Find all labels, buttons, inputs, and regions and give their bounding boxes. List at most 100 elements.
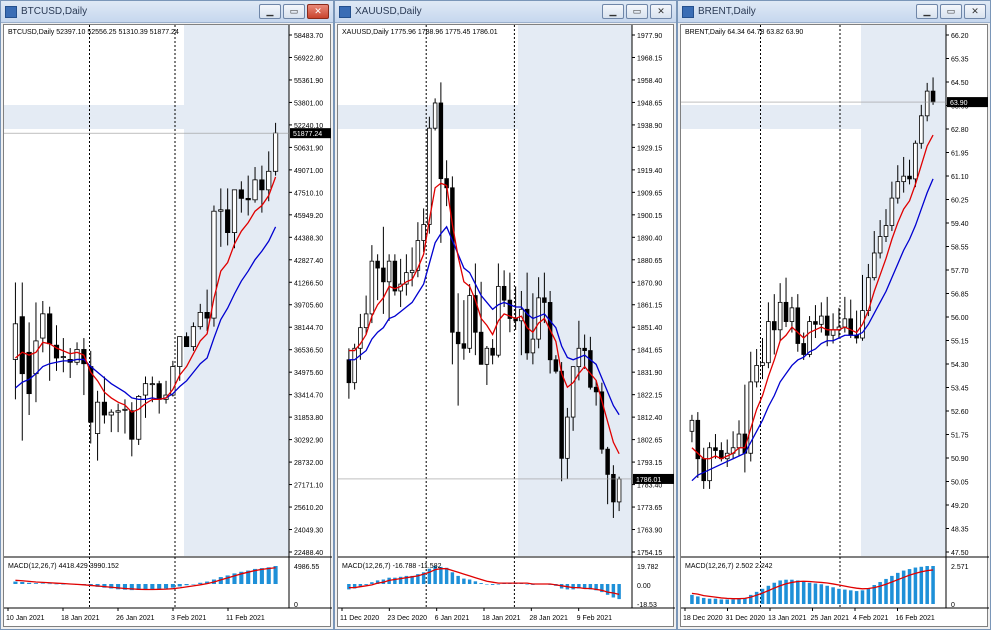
close-button[interactable]: ✕: [307, 4, 329, 19]
btcusd-window[interactable]: BTCUSD,Daily ▁ ▭ ✕ 58483.70 56922.80 55361…: [0, 0, 334, 630]
price-tick-label: 1909.65: [637, 190, 662, 197]
macd-histogram-bar: [266, 567, 271, 584]
shaded-region: [4, 105, 289, 129]
date-tick-label: 18 Jan 2021: [61, 615, 100, 622]
bull-candle: [149, 383, 155, 386]
maximize-button[interactable]: ▭: [626, 4, 648, 19]
btcusd-chart-svg[interactable]: 58483.7056922.8055361.9053801.0052240.10…: [4, 25, 332, 628]
price-tick-label: 41266.50: [294, 280, 323, 287]
bull-candle: [766, 321, 771, 364]
bull-candle: [33, 340, 39, 375]
xauusd-window[interactable]: XAUUSD,Daily ▁ ▭ ✕ 1977.90 1968.15 1958.40…: [334, 0, 677, 630]
brent-chart-area[interactable]: 66.2065.3564.5063.6562.8061.9561.1060.25…: [680, 24, 989, 628]
bear-candle: [524, 308, 530, 354]
bull-candle: [177, 336, 183, 367]
bear-candle: [455, 331, 461, 345]
xauusd-title-bar[interactable]: XAUUSD,Daily ▁ ▭ ✕: [335, 1, 676, 23]
price-tick-label: 42827.40: [294, 258, 323, 265]
macd-histogram-bar: [364, 584, 368, 585]
bull-candle: [830, 329, 836, 336]
price-tick-label: 55361.90: [294, 78, 323, 85]
bear-candle: [582, 347, 587, 351]
bear-candle: [47, 313, 53, 345]
bear-candle: [101, 401, 108, 416]
date-tick-label: 9 Feb 2021: [577, 615, 613, 622]
bull-candle: [409, 269, 415, 274]
macd-histogram-bar: [191, 584, 196, 585]
price-tick-label: 1870.90: [637, 280, 662, 287]
bull-candle: [369, 260, 375, 315]
macd-label: MACD(12,26,7) 2.502 2.242: [685, 563, 773, 570]
btcusd-chart-area[interactable]: 58483.70 56922.80 55361.90 53801.00 52240.10…: [3, 24, 332, 628]
bear-candle: [392, 260, 398, 292]
bull-candle: [913, 142, 918, 180]
minimize-button[interactable]: ▁: [602, 4, 624, 19]
bull-candle: [122, 408, 128, 411]
macd-histogram-bar: [40, 583, 45, 584]
xauusd-chart-svg[interactable]: 1977.90 1968.15 1958.40 1948.65 1938.90 1929.…: [338, 25, 675, 628]
macd-histogram-bar: [611, 584, 616, 598]
macd-histogram-bar: [273, 566, 278, 584]
price-tick-label: 24049.30: [294, 528, 323, 535]
bull-candle: [211, 210, 217, 319]
maximize-button[interactable]: ▭: [940, 4, 962, 19]
date-tick-label: 18 Jan 2021: [482, 615, 521, 622]
price-tick-label: 53.45: [951, 386, 969, 393]
bear-candle: [593, 386, 599, 393]
minimize-button[interactable]: ▁: [259, 4, 281, 19]
close-button[interactable]: ✕: [650, 4, 672, 19]
price-tick-label: 61.95: [951, 151, 969, 158]
macd-histogram-bar: [485, 584, 489, 585]
minimize-button[interactable]: ▁: [916, 4, 938, 19]
date-tick-label: 6 Jan 2021: [435, 615, 470, 622]
bull-candle: [272, 132, 279, 172]
price-tick-label: 58483.70: [294, 33, 323, 40]
bull-candle: [777, 301, 783, 331]
macd-histogram-bar: [427, 568, 432, 584]
price-tick-label: 1977.90: [637, 33, 662, 40]
brent-window[interactable]: BRENT,Daily ▁ ▭ ✕ 66.2065.3564.5063.6562…: [677, 0, 991, 630]
macd-label: MACD(12,26,7) -16.788 -11.582: [342, 563, 442, 570]
macd-histogram-bar: [772, 582, 777, 604]
macd-histogram-bar: [860, 590, 865, 604]
bull-candle: [136, 396, 142, 440]
bear-candle: [438, 102, 444, 180]
bear-candle: [553, 359, 559, 372]
bull-candle: [842, 318, 848, 328]
bull-candle: [736, 433, 742, 449]
price-tick-label: 58.55: [951, 245, 969, 252]
price-tick-label: 34975.60: [294, 370, 323, 377]
bear-candle: [478, 331, 484, 365]
brent-chart-svg[interactable]: 66.2065.3564.5063.6562.8061.9561.1060.25…: [681, 25, 989, 628]
price-tick-label: 62.80: [951, 127, 969, 134]
price-tick-label: 31853.80: [294, 415, 323, 422]
brent-title-bar[interactable]: BRENT,Daily ▁ ▭ ✕: [678, 1, 990, 23]
date-tick-label: 16 Feb 2021: [896, 615, 935, 622]
bull-candle: [570, 366, 576, 418]
macd-histogram-bar: [760, 588, 765, 604]
price-tick-label: 54.30: [951, 362, 969, 369]
bull-candle: [895, 181, 901, 199]
close-button[interactable]: ✕: [964, 4, 986, 19]
btcusd-title-bar[interactable]: BTCUSD,Daily ▁ ▭ ✕: [1, 1, 333, 23]
shaded-region: [338, 105, 632, 129]
macd-tick-label: 19.782: [637, 564, 659, 571]
bear-candle: [129, 410, 135, 440]
price-tick-label: 1802.65: [637, 438, 662, 445]
bull-candle: [871, 252, 877, 279]
maximize-button[interactable]: ▭: [283, 4, 305, 19]
bear-candle: [204, 312, 210, 319]
date-tick-label: 25 Jan 2021: [811, 615, 850, 622]
macd-histogram-bar: [259, 568, 264, 584]
macd-histogram-bar: [707, 598, 712, 604]
bear-candle: [559, 370, 564, 459]
chart-window-icon: [339, 6, 351, 18]
bull-candle: [707, 447, 712, 482]
xauusd-chart-area[interactable]: 1977.90 1968.15 1958.40 1948.65 1938.90 1929.…: [337, 24, 675, 628]
price-tick-label: 30292.90: [294, 438, 323, 445]
bull-candle: [40, 313, 46, 339]
date-tick-label: 23 Dec 2020: [387, 615, 427, 622]
bear-candle: [588, 350, 593, 388]
price-tick-label: 50.90: [951, 456, 969, 463]
bull-candle: [565, 416, 570, 459]
